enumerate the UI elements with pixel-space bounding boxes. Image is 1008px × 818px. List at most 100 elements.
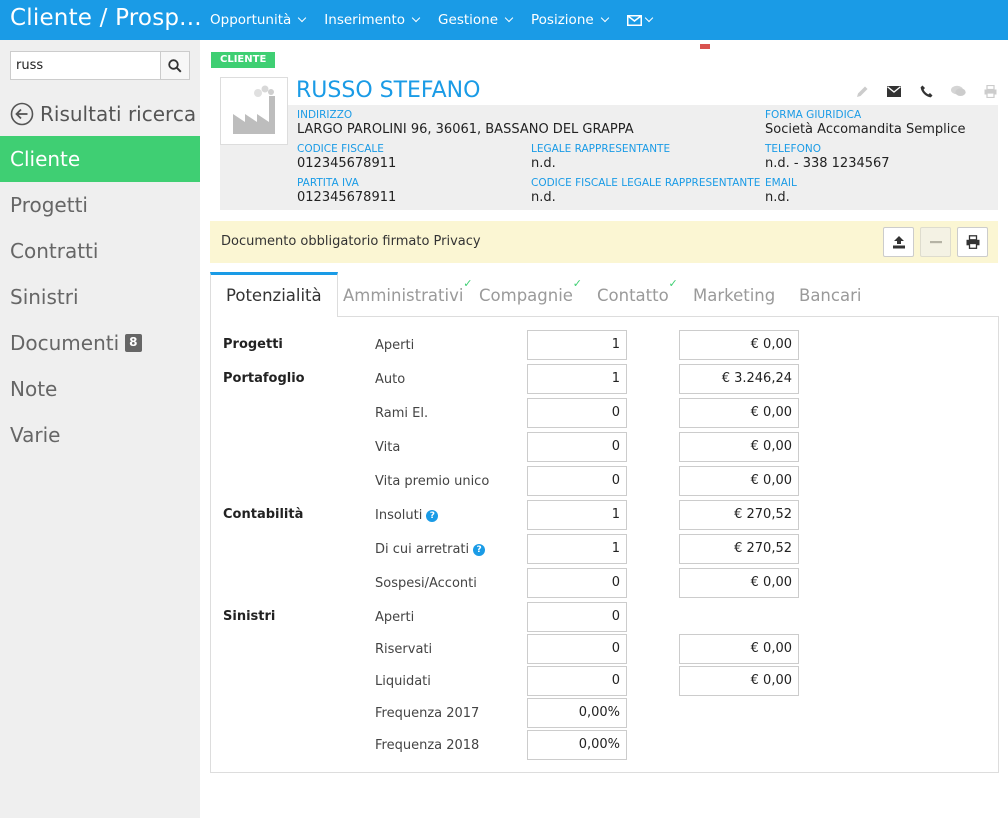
tab-compagnie[interactable]: Compagnie ✓ xyxy=(479,272,582,317)
tab-label: Amministrativi xyxy=(343,286,464,305)
address-label: INDIRIZZO xyxy=(297,109,353,121)
nav-posizione[interactable]: Posizione xyxy=(531,12,609,28)
row-label: Frequenza 2017 xyxy=(375,706,479,721)
tab-potenzialita[interactable]: Potenzialità xyxy=(210,272,338,317)
send-email-button[interactable] xyxy=(878,83,910,99)
edit-button[interactable] xyxy=(846,83,878,99)
back-to-results-link[interactable]: Risultati ricerca xyxy=(10,102,196,126)
frequency-field: 0,00% xyxy=(527,698,627,728)
nav-label: Inserimento xyxy=(324,12,406,28)
sidebar: Risultati ricerca Cliente Progetti Contr… xyxy=(0,40,200,818)
alert-marker xyxy=(700,44,710,49)
upload-icon xyxy=(892,236,905,249)
tab-bar: Potenzialità Amministrativi ✓ Compagnie … xyxy=(210,272,998,317)
top-bar: Cliente / Prosp... Opportunità Inserimen… xyxy=(0,0,1008,40)
nav-label: Posizione xyxy=(531,12,594,28)
sidebar-item-note[interactable]: Note xyxy=(0,366,200,412)
tab-label: Compagnie xyxy=(479,286,573,305)
row-label: Aperti xyxy=(375,338,414,353)
sidebar-item-progetti[interactable]: Progetti xyxy=(0,182,200,228)
top-nav: Opportunità Inserimento Gestione Posizio… xyxy=(210,0,671,40)
tab-bancari[interactable]: Bancari xyxy=(799,272,861,317)
count-field: 1 xyxy=(527,364,627,394)
row-label: Auto xyxy=(375,372,405,387)
sidebar-item-label: Progetti xyxy=(10,193,88,217)
row-label-text: Rami El. xyxy=(375,406,429,421)
sidebar-item-documenti[interactable]: Documenti 8 xyxy=(0,320,200,366)
help-icon[interactable]: ? xyxy=(473,543,486,556)
app-title: Cliente / Prosp... xyxy=(10,5,202,31)
search-button[interactable] xyxy=(160,51,190,80)
remove-button[interactable] xyxy=(920,227,951,257)
tab-label: Marketing xyxy=(693,286,776,305)
client-avatar xyxy=(220,77,288,145)
help-icon[interactable]: ? xyxy=(426,509,439,522)
legal-form-value: Società Accomandita Semplice xyxy=(765,122,966,137)
count-field: 0 xyxy=(527,466,627,496)
print-button[interactable] xyxy=(974,83,1006,99)
tab-amministrativi[interactable]: Amministrativi ✓ xyxy=(343,272,472,317)
chat-button[interactable] xyxy=(942,83,974,99)
sidebar-item-contratti[interactable]: Contratti xyxy=(0,228,200,274)
legal-rep-tax-code-value: n.d. xyxy=(531,190,556,205)
nav-mail[interactable] xyxy=(626,13,653,26)
call-button[interactable] xyxy=(910,83,942,99)
pencil-icon xyxy=(856,86,867,97)
search-input[interactable] xyxy=(10,51,161,80)
row-label-text: Vita premio unico xyxy=(375,474,490,489)
chevron-down-icon xyxy=(298,13,307,23)
group-sinistri: Sinistri xyxy=(223,609,276,624)
tab-marketing[interactable]: Marketing xyxy=(693,272,775,317)
row-label-text: Frequenza 2017 xyxy=(375,706,480,721)
sidebar-item-varie[interactable]: Varie xyxy=(0,412,200,458)
privacy-notice-text: Documento obbligatorio firmato Privacy xyxy=(221,234,481,249)
privacy-notice-bar: Documento obbligatorio firmato Privacy xyxy=(210,221,998,263)
client-actions xyxy=(846,83,1006,99)
vat-value: 012345678911 xyxy=(297,190,397,205)
group-progetti: Progetti xyxy=(223,337,283,352)
tab-label: Bancari xyxy=(799,286,862,305)
sidebar-item-label: Varie xyxy=(10,423,61,447)
row-label: Vita premio unico xyxy=(375,474,489,489)
print-button[interactable] xyxy=(957,227,988,257)
row-label: Riservati xyxy=(375,642,432,657)
amount-field: € 0,00 xyxy=(679,568,799,598)
check-icon: ✓ xyxy=(668,277,678,290)
search-box xyxy=(10,51,190,80)
count-field: 1 xyxy=(527,500,627,530)
sidebar-item-label: Note xyxy=(10,377,58,401)
tax-code-label: CODICE FISCALE xyxy=(297,143,384,155)
nav-gestione[interactable]: Gestione xyxy=(438,12,514,28)
sidebar-item-cliente[interactable]: Cliente xyxy=(0,136,200,182)
row-label-text: Auto xyxy=(375,372,406,387)
chevron-down-icon xyxy=(600,13,609,23)
amount-field: € 0,00 xyxy=(679,330,799,360)
row-label: Liquidati xyxy=(375,674,431,689)
back-label: Risultati ricerca xyxy=(40,102,197,126)
legal-rep-label: LEGALE RAPPRESENTANTE xyxy=(531,143,671,155)
minus-icon xyxy=(929,241,942,244)
amount-field: € 270,52 xyxy=(679,534,799,564)
tax-code-value: 012345678911 xyxy=(297,156,397,171)
upload-button[interactable] xyxy=(883,227,914,257)
factory-icon xyxy=(233,85,275,134)
amount-field: € 0,00 xyxy=(679,634,799,664)
group-contabilita: Contabilità xyxy=(223,507,304,522)
row-label: Sospesi/Acconti xyxy=(375,576,477,591)
client-name: RUSSO STEFANO xyxy=(296,78,481,103)
group-portafoglio: Portafoglio xyxy=(223,371,305,386)
row-label-text: Liquidati xyxy=(375,674,431,689)
row-label-text: Sospesi/Acconti xyxy=(375,576,477,591)
count-field: 0 xyxy=(527,634,627,664)
sidebar-item-sinistri[interactable]: Sinistri xyxy=(0,274,200,320)
count-field: 1 xyxy=(527,534,627,564)
tab-contatto[interactable]: Contatto ✓ xyxy=(597,272,678,317)
count-field: 0 xyxy=(527,666,627,696)
nav-inserimento[interactable]: Inserimento xyxy=(324,12,421,28)
phone-label: TELEFONO xyxy=(765,143,821,155)
sidebar-item-label: Cliente xyxy=(10,147,81,171)
row-label: Aperti xyxy=(375,610,414,625)
phone-icon xyxy=(920,85,932,97)
row-label-text: Aperti xyxy=(375,610,415,625)
nav-opportunita[interactable]: Opportunità xyxy=(210,12,307,28)
